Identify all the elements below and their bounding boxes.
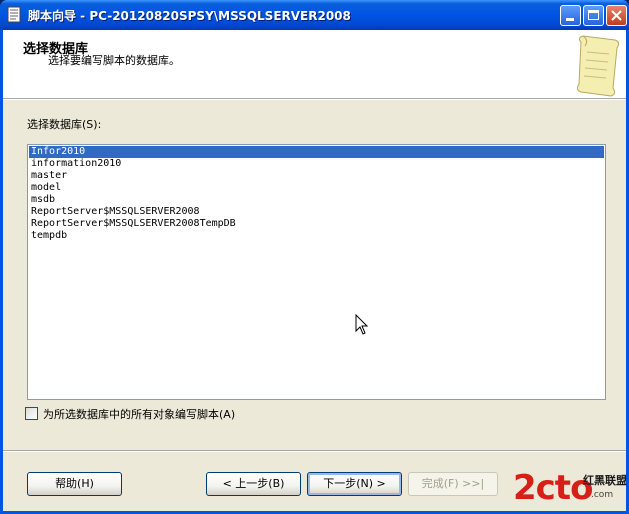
watermark-logo: 2cto: [513, 468, 593, 508]
footer-divider-highlight: [3, 451, 626, 452]
mouse-cursor-icon: [355, 314, 369, 335]
title-bar[interactable]: 脚本向导 - PC-20120820SPSY\MSSQLSERVER2008: [0, 0, 629, 30]
wizard-header: 选择数据库 选择要编写脚本的数据库。: [3, 30, 626, 99]
minimize-button[interactable]: [560, 5, 581, 26]
minimize-icon: [566, 18, 574, 21]
help-button[interactable]: 帮助(H): [27, 472, 122, 496]
document-icon: [7, 6, 21, 23]
list-item[interactable]: information2010: [29, 158, 604, 170]
close-icon: [611, 10, 622, 21]
database-list-label: 选择数据库(S):: [27, 118, 102, 131]
database-listbox[interactable]: Infor2010 information2010 master model m…: [27, 144, 606, 400]
back-button[interactable]: < 上一步(B): [206, 472, 301, 496]
maximize-button[interactable]: [583, 5, 604, 26]
script-all-objects-checkbox[interactable]: [25, 407, 38, 420]
maximize-icon: [588, 10, 599, 20]
next-button[interactable]: 下一步(N) >: [307, 472, 402, 496]
list-item[interactable]: ReportServer$MSSQLSERVER2008: [29, 206, 604, 218]
list-item[interactable]: tempdb: [29, 230, 604, 242]
script-all-objects-label: 为所选数据库中的所有对象编写脚本(A): [43, 408, 236, 421]
header-divider: [3, 99, 626, 100]
page-subtitle: 选择要编写脚本的数据库。: [48, 54, 180, 67]
close-button[interactable]: [606, 5, 627, 26]
watermark: 2cto 红黑联盟 .com: [491, 466, 629, 514]
list-item[interactable]: ReportServer$MSSQLSERVER2008TempDB: [29, 218, 604, 230]
list-item[interactable]: msdb: [29, 194, 604, 206]
watermark-url: .com: [591, 490, 614, 500]
watermark-name: 红黑联盟: [583, 474, 627, 487]
script-wizard-window: 脚本向导 - PC-20120820SPSY\MSSQLSERVER2008 选…: [0, 0, 629, 514]
list-item[interactable]: master: [29, 170, 604, 182]
list-item[interactable]: Infor2010: [29, 146, 604, 158]
window-title: 脚本向导 - PC-20120820SPSY\MSSQLSERVER2008: [28, 9, 351, 23]
scroll-icon: [576, 35, 620, 97]
finish-button[interactable]: 完成(F) >>|: [408, 472, 498, 496]
list-item[interactable]: model: [29, 182, 604, 194]
